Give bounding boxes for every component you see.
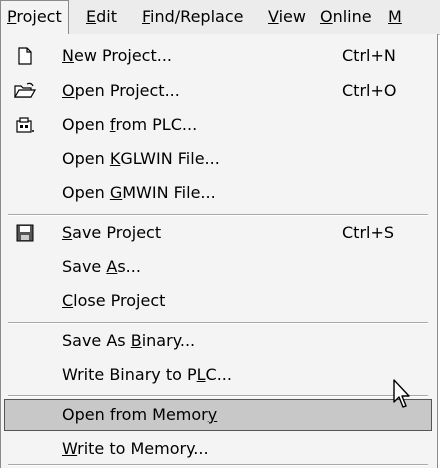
new-document-icon — [18, 47, 32, 65]
menu-item-write-to-memory[interactable]: Write to Memory... — [6, 433, 430, 465]
menu-separator — [8, 464, 428, 466]
menu-item-open-gmwin-file[interactable]: Open GMWIN File... — [6, 177, 430, 209]
menu-item-label: Write Binary to PLC... — [62, 365, 232, 384]
menu-edit[interactable]: Edit — [80, 0, 123, 34]
floppy-disk-icon — [16, 224, 34, 242]
menu-item-label: Open Project... — [62, 81, 180, 100]
menu-m[interactable]: M — [382, 0, 408, 34]
menu-item-save-as[interactable]: Save As... — [6, 251, 430, 283]
menu-item-label: Write to Memory... — [62, 439, 209, 458]
menu-item-label: Save As... — [62, 257, 141, 276]
menu-item-save-project[interactable]: Save Project Ctrl+S — [6, 217, 430, 249]
menu-item-write-binary-to-plc[interactable]: Write Binary to PLC... — [6, 359, 430, 391]
menu-separator — [8, 395, 428, 397]
menu-separator — [8, 322, 428, 324]
open-folder-icon — [14, 82, 36, 98]
menu-item-new-project[interactable]: New Project... Ctrl+N — [6, 40, 430, 72]
menu-item-open-from-plc[interactable]: Open from PLC... — [6, 109, 430, 141]
menu-project[interactable]: Project — [0, 0, 69, 35]
shortcut-text: Ctrl+O — [342, 81, 397, 100]
menu-item-open-from-memory[interactable]: Open from Memory — [4, 399, 432, 431]
menu-item-save-as-binary[interactable]: Save As Binary... — [6, 325, 430, 357]
shortcut-text: Ctrl+S — [342, 223, 395, 242]
menu-item-label: Open KGLWIN File... — [62, 149, 220, 168]
menu-item-label: Open from PLC... — [62, 115, 198, 134]
menu-item-close-project[interactable]: Close Project — [6, 285, 430, 317]
menu-item-label: Open from Memory — [62, 405, 218, 424]
plc-open-icon — [16, 117, 34, 133]
menu-find-replace[interactable]: Find/Replace — [136, 0, 249, 34]
menu-item-label: New Project... — [62, 46, 172, 65]
menu-separator — [8, 214, 428, 216]
menu-item-label: Close Project — [62, 291, 166, 310]
shortcut-text: Ctrl+N — [342, 46, 396, 65]
menu-item-open-project[interactable]: Open Project... Ctrl+O — [6, 75, 430, 107]
menu-bar: Project Edit Find/Replace View Online M — [0, 0, 440, 35]
mouse-pointer-icon — [393, 379, 410, 408]
menu-online[interactable]: Online — [314, 0, 378, 34]
menu-view[interactable]: View — [262, 0, 312, 34]
menu-item-label: Save As Binary... — [62, 331, 196, 350]
menu-item-label: Open GMWIN File... — [62, 183, 216, 202]
menu-item-label: Save Project — [62, 223, 162, 242]
menu-item-open-kglwin-file[interactable]: Open KGLWIN File... — [6, 143, 430, 175]
